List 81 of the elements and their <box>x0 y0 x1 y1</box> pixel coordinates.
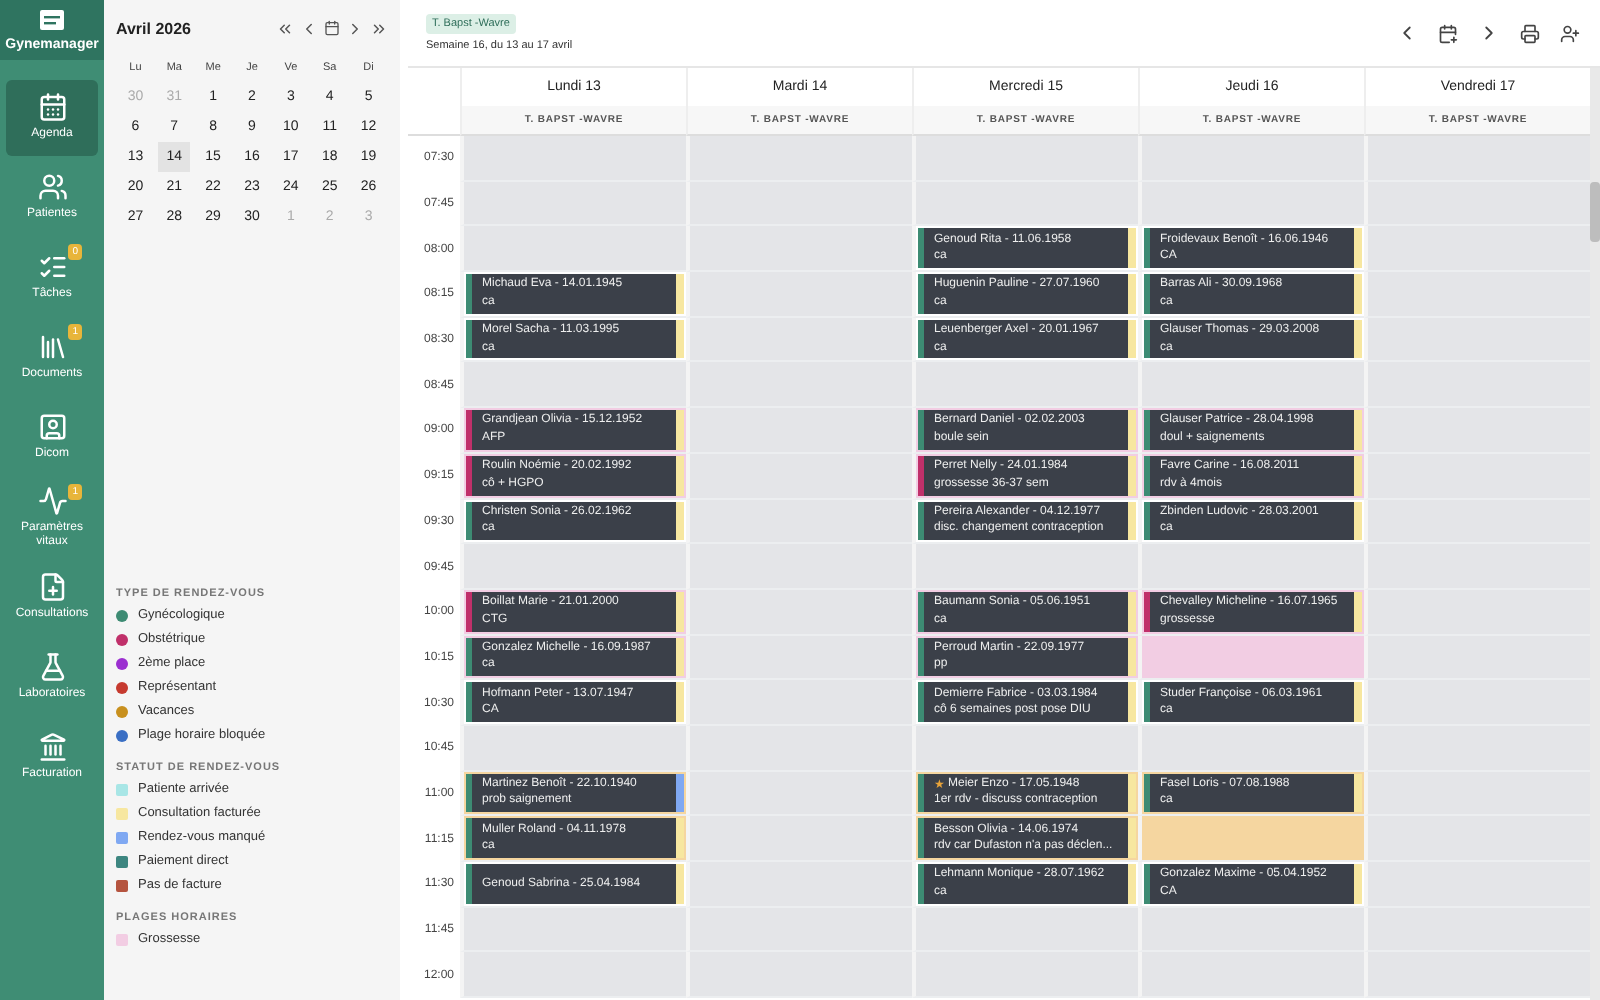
time-slot[interactable] <box>1364 816 1590 862</box>
time-slot[interactable] <box>1364 862 1590 908</box>
time-slot[interactable] <box>686 136 912 182</box>
time-slot[interactable] <box>1138 362 1364 409</box>
time-slot[interactable] <box>686 680 912 726</box>
time-slot[interactable] <box>912 952 1138 999</box>
time-slot[interactable] <box>460 725 686 772</box>
month-title: Avril 2026 <box>116 19 192 37</box>
print-icon[interactable] <box>1520 23 1540 43</box>
time-slot[interactable] <box>1364 181 1590 227</box>
time-slot[interactable] <box>686 408 912 454</box>
time-slot[interactable] <box>686 952 912 999</box>
time-slot[interactable] <box>460 181 686 227</box>
scrollbar[interactable] <box>1590 68 1600 1000</box>
time-slot[interactable] <box>460 362 686 409</box>
time-slot[interactable] <box>686 544 912 590</box>
calendar-icon[interactable] <box>1438 23 1458 43</box>
time-slot[interactable] <box>912 181 1138 227</box>
time-slot[interactable] <box>1364 362 1590 409</box>
double-chevron-right-icon[interactable] <box>370 19 388 37</box>
time-slot[interactable] <box>1138 725 1364 772</box>
time-slot[interactable] <box>1138 635 1364 681</box>
time-slot[interactable] <box>1138 816 1364 862</box>
time-slot[interactable] <box>912 362 1138 409</box>
time-slot[interactable] <box>686 771 912 817</box>
checklist-icon <box>37 252 67 283</box>
pulse-icon <box>37 485 67 516</box>
time-slot[interactable] <box>1364 499 1590 545</box>
time-slot[interactable] <box>912 725 1138 772</box>
time-slot[interactable] <box>460 952 686 999</box>
time-slot[interactable] <box>460 544 686 590</box>
time-slot[interactable] <box>1138 952 1364 999</box>
time-slot[interactable] <box>686 226 912 273</box>
time-slot[interactable] <box>1364 952 1590 999</box>
chevron-left-icon[interactable] <box>300 19 318 37</box>
time-slot[interactable] <box>686 635 912 681</box>
time-slot[interactable] <box>1364 725 1590 772</box>
time-slot[interactable] <box>1364 272 1590 318</box>
time-slot[interactable] <box>686 907 912 953</box>
time-slot[interactable] <box>1364 635 1590 681</box>
time-slot[interactable] <box>1364 589 1590 636</box>
time-slot[interactable] <box>1364 680 1590 726</box>
id-card-icon <box>37 412 67 443</box>
time-slot[interactable] <box>686 862 912 908</box>
time-slot[interactable] <box>686 725 912 772</box>
time-slot[interactable] <box>1138 181 1364 227</box>
time-slot[interactable] <box>686 589 912 636</box>
books-icon <box>37 332 67 363</box>
time-slot[interactable] <box>1364 408 1590 454</box>
time-slot[interactable] <box>686 272 912 318</box>
time-slot[interactable] <box>912 544 1138 590</box>
double-chevron-left-icon[interactable] <box>276 19 294 37</box>
time-slot[interactable] <box>686 816 912 862</box>
time-slot[interactable] <box>1364 226 1590 273</box>
file-plus-icon <box>37 572 67 603</box>
calendar-icon <box>37 92 67 123</box>
time-slot[interactable] <box>1138 136 1364 182</box>
time-slot[interactable] <box>460 907 686 953</box>
time-slot[interactable] <box>686 362 912 409</box>
time-slot[interactable] <box>460 136 686 182</box>
time-slot[interactable] <box>460 226 686 273</box>
flask-icon <box>37 652 67 683</box>
time-slot[interactable] <box>686 499 912 545</box>
time-slot[interactable] <box>1364 771 1590 817</box>
time-slot[interactable] <box>686 317 912 363</box>
time-slot[interactable] <box>686 453 912 499</box>
users-icon <box>37 172 67 203</box>
calendar-icon[interactable] <box>324 20 340 36</box>
time-slot[interactable] <box>1364 544 1590 590</box>
user-plus-icon[interactable] <box>1560 23 1580 43</box>
time-slot[interactable] <box>1138 907 1364 953</box>
time-slot[interactable] <box>1138 544 1364 590</box>
bank-icon <box>37 732 67 763</box>
time-slot[interactable] <box>1364 317 1590 363</box>
time-slot[interactable] <box>912 136 1138 182</box>
time-slot[interactable] <box>1364 136 1590 182</box>
chevron-right-icon[interactable] <box>346 19 364 37</box>
logo-icon <box>38 8 66 32</box>
time-slot[interactable] <box>1364 453 1590 499</box>
time-slot[interactable] <box>1364 907 1590 953</box>
time-slot[interactable] <box>912 907 1138 953</box>
